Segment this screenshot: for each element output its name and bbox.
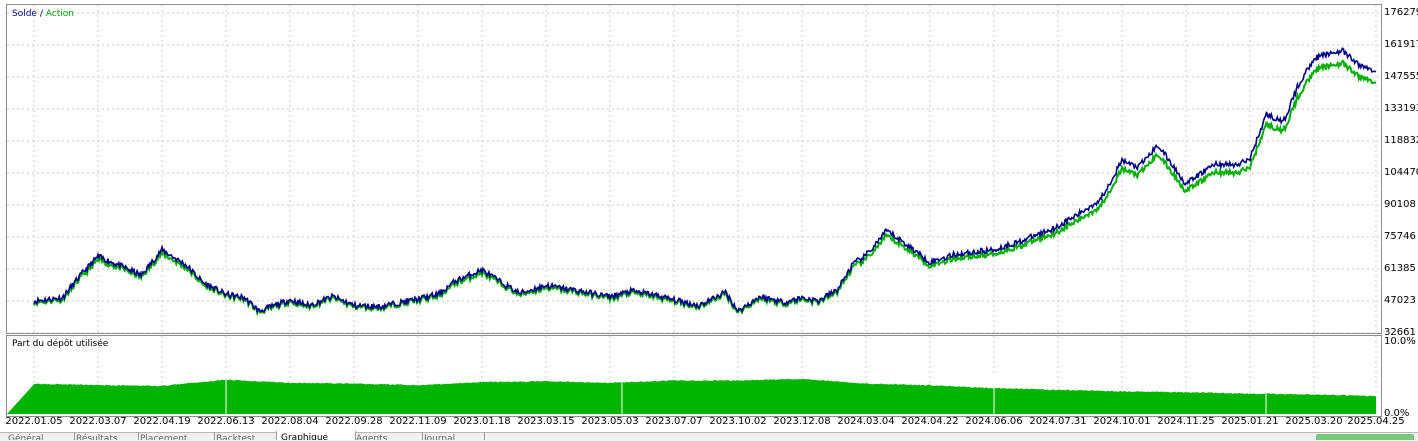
x-tick-label: 2024.07.31 [1029,416,1087,427]
x-tick-label: 2022.09.28 [325,416,383,427]
y-tick-label: 133193 [1384,103,1418,114]
y-tick-label: 104470 [1384,167,1418,178]
x-tick-label: 2022.11.09 [389,416,447,427]
x-tick-label: 2022.06.13 [197,416,255,427]
x-tick-label: 2024.06.06 [965,416,1023,427]
x-tick-label: 2023.07.07 [645,416,703,427]
y-tick-label: 147555 [1384,71,1418,82]
x-tick-label: 2022.03.07 [69,416,127,427]
x-tick-label: 2023.03.15 [517,416,575,427]
tab-général[interactable]: Général [4,432,75,440]
legend-equity: Action [45,9,74,19]
x-tick-label: 2024.10.01 [1093,416,1151,427]
x-tick-label: 2025.01.21 [1221,416,1279,427]
x-tick-label: 2025.03.20 [1285,416,1343,427]
x-tick-label: 2022.08.04 [261,416,319,427]
tab-backtest[interactable]: Backtest [212,432,279,440]
legend-balance: Solde [12,9,37,19]
equity-series-line [33,59,1376,317]
x-tick-label: 2022.01.05 [5,416,63,427]
deposit-usage-chart [6,335,1382,417]
x-tick-label: 2025.04.25 [1347,416,1405,427]
tab-placement[interactable]: Placement [136,432,215,440]
y-tick-label: 47023 [1384,294,1416,306]
start-button[interactable] [1316,434,1414,440]
x-tick-label: 2024.11.25 [1157,416,1215,427]
y-tick-label: 176279 [1384,7,1418,18]
x-tick-label: 2023.10.02 [709,416,767,427]
x-tick-label: 2023.12.08 [773,416,831,427]
y-tick-label: 75746 [1384,231,1416,242]
legend-separator: / [36,9,46,19]
y-tick-label: 118832 [1384,134,1418,146]
x-tick-label: 2023.01.18 [453,416,511,427]
x-tick-label: 2024.03.04 [837,416,895,427]
deposit-usage-plot [7,336,1377,416]
x-tick-label: 2023.05.03 [581,416,639,427]
balance-chart-plot [7,5,1381,333]
y-tick-label: 61385 [1384,262,1416,274]
y-tick-label: 161917 [1384,39,1418,50]
y-tick-label: 90108 [1384,199,1416,210]
chart-legend: Solde / Action [12,9,74,20]
x-tick-label: 2022.04.19 [133,416,191,427]
tab-journal[interactable]: Journal [420,432,485,440]
usage-y-tick-label: 10.0% [1384,336,1416,347]
tab-graphique[interactable]: Graphique [276,431,356,440]
balance-chart [6,4,1382,334]
tab-agents[interactable]: Agents [352,432,423,440]
deposit-usage-title: Part du dépôt utilisée [12,339,109,349]
x-tick-label: 2024.04.22 [901,416,959,427]
deposit-usage-area [7,378,1376,414]
tab-résultats[interactable]: Résultats [72,432,139,440]
